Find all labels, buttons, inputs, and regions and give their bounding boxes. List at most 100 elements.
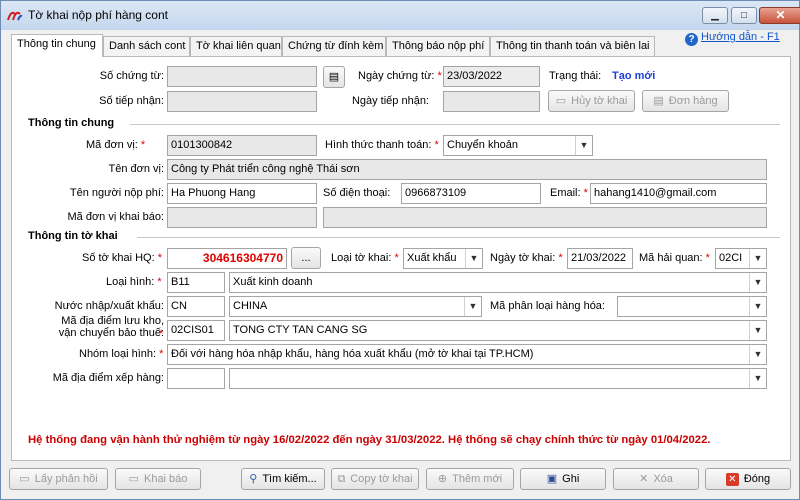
chevron-down-icon: ▼: [749, 249, 766, 268]
lookup-to-khai-button[interactable]: ...: [291, 247, 321, 269]
chevron-down-icon: ▼: [575, 136, 592, 155]
so-to-khai-field[interactable]: 304616304770: [167, 248, 287, 269]
ngay-tiep-nhan-field[interactable]: [443, 91, 540, 112]
ma-dia-diem-luu-kho-select[interactable]: TONG CTY TAN CANG SG ▼: [229, 320, 767, 341]
loai-hinh-select[interactable]: Xuất kinh doanh ▼: [229, 272, 767, 293]
copy-to-khai-button[interactable]: ⧉ Copy tờ khai: [331, 468, 419, 490]
ten-nguoi-nop-field[interactable]: Ha Phuong Hang: [167, 183, 317, 204]
help-link-group: ? Hướng dẫn - F1: [685, 31, 780, 46]
nuoc-select[interactable]: CHINA ▼: [229, 296, 482, 317]
chevron-down-icon: ▼: [749, 345, 766, 364]
maximize-button[interactable]: □: [731, 7, 757, 24]
minimize-button[interactable]: ▁: [702, 7, 728, 24]
so-chung-tu-field[interactable]: [167, 66, 317, 87]
ngay-chung-tu-field[interactable]: 23/03/2022: [443, 66, 540, 87]
so-to-khai-label: Số tờ khai HQ: *: [82, 252, 162, 264]
help-icon: ?: [685, 33, 698, 46]
dong-button[interactable]: ✕ Đóng: [705, 468, 791, 490]
ngay-tiep-nhan-label: Ngày tiếp nhận:: [351, 95, 429, 107]
add-icon: ⊕: [437, 473, 448, 485]
so-tiep-nhan-field[interactable]: [167, 91, 317, 112]
ma-dia-diem-luu-kho-code-field[interactable]: 02CIS01: [167, 320, 225, 341]
nhom-loai-hinh-select[interactable]: Đối với hàng hóa nhập khẩu, hàng hóa xuấ…: [167, 344, 767, 365]
ma-don-vi-khai-bao-label: Mã đơn vị khai báo:: [67, 211, 165, 223]
so-dien-thoai-label: Số điện thoại:: [323, 187, 391, 199]
ma-don-vi-label: Mã đơn vị: *: [86, 139, 146, 151]
save-icon: ▣: [546, 473, 558, 485]
receive-icon: ▭: [19, 473, 30, 485]
title-bar: Tờ khai nộp phí hàng cont ▁ □ ✕: [1, 1, 800, 30]
nuoc-label: Nước nhập/xuất khẩu:: [54, 300, 164, 312]
order-icon: ▤: [653, 95, 664, 107]
ghi-button[interactable]: ▣ Ghi: [520, 468, 606, 490]
ma-don-vi-field[interactable]: 0101300842: [167, 135, 317, 156]
chevron-down-icon: ▼: [749, 321, 766, 340]
bottom-toolbar: ▭ Lấy phản hồi ▭ Khai báo ⚲ Tìm kiếm... ⧉ Co…: [1, 463, 799, 499]
chevron-down-icon: ▼: [465, 249, 482, 268]
maximize-icon: □: [740, 10, 748, 21]
send-icon: ▭: [128, 473, 139, 485]
ma-dia-diem-xep-hang-label: Mã địa điểm xếp hàng:: [52, 372, 164, 384]
tab-to-khai-lien-quan[interactable]: Tờ khai liên quan: [190, 36, 282, 56]
help-link[interactable]: Hướng dẫn - F1: [701, 31, 780, 43]
lay-phan-hoi-button[interactable]: ▭ Lấy phản hồi: [9, 468, 108, 490]
minimize-icon: ▁: [711, 10, 719, 21]
tab-danh-sach-cont[interactable]: Danh sách cont: [103, 36, 190, 56]
don-hang-button[interactable]: ▤ Đơn hàng: [642, 90, 729, 112]
chevron-down-icon: ▼: [464, 297, 481, 316]
ten-don-vi-field[interactable]: Công ty Phát triển công nghệ Thái sơn: [167, 159, 767, 180]
section-divider: [137, 237, 780, 238]
ten-don-vi-khai-bao-field[interactable]: [323, 207, 767, 228]
required-mark: *: [159, 328, 164, 340]
loai-hinh-code-field[interactable]: B11: [167, 272, 225, 293]
ma-hai-quan-select[interactable]: 02CI ▼: [715, 248, 767, 269]
ma-don-vi-khai-bao-field[interactable]: [167, 207, 317, 228]
email-field[interactable]: hahang1410@gmail.com: [590, 183, 767, 204]
xoa-button[interactable]: ✕ Xóa: [613, 468, 699, 490]
tab-thanh-toan-bien-lai[interactable]: Thông tin thanh toán và biên lai: [490, 36, 655, 56]
window-title: Tờ khai nộp phí hàng cont: [28, 8, 168, 22]
khai-bao-button[interactable]: ▭ Khai báo: [115, 468, 201, 490]
nuoc-code-field[interactable]: CN: [167, 296, 225, 317]
so-chung-tu-label: Số chứng từ:: [99, 70, 164, 82]
ten-nguoi-nop-label: Tên người nộp phí:: [69, 187, 164, 199]
huy-to-khai-button[interactable]: ▭ Hủy tờ khai: [548, 90, 635, 112]
email-label: Email: *: [550, 187, 588, 199]
them-moi-button[interactable]: ⊕ Thêm mới: [426, 468, 514, 490]
copy-icon: ⧉: [337, 473, 346, 485]
tim-kiem-button[interactable]: ⚲ Tìm kiếm...: [241, 468, 325, 490]
app-logo-icon: [7, 11, 23, 21]
picker-icon: ▤: [328, 71, 340, 83]
tab-thong-bao-nop-phi[interactable]: Thông báo nộp phí: [386, 36, 490, 56]
tab-chung-tu-dinh-kem[interactable]: Chứng từ đính kèm: [282, 36, 386, 56]
hinh-thuc-label: Hình thức thanh toán: *: [325, 139, 439, 151]
ma-phan-loai-label: Mã phân loại hàng hóa:: [490, 300, 605, 312]
chevron-down-icon: ▼: [749, 273, 766, 292]
ngay-to-khai-label: Ngày tờ khai: *: [490, 252, 563, 264]
search-icon: ⚲: [249, 473, 258, 485]
trang-thai-value: Tạo mới: [612, 70, 656, 82]
loai-to-khai-label: Loại tờ khai: *: [331, 252, 399, 264]
pick-so-chung-tu-button[interactable]: ▤: [323, 66, 345, 88]
ngay-chung-tu-label: Ngày chứng từ: *: [358, 70, 442, 82]
delete-icon: ✕: [639, 473, 649, 485]
cancel-doc-icon: ▭: [555, 95, 567, 107]
so-dien-thoai-field[interactable]: 0966873109: [401, 183, 541, 204]
ma-phan-loai-select[interactable]: ▼: [617, 296, 767, 317]
ngay-to-khai-field[interactable]: 21/03/2022: [567, 248, 633, 269]
ma-dia-diem-xep-hang-code-field[interactable]: [167, 368, 225, 389]
loai-hinh-label: Loại hình: *: [106, 276, 162, 288]
system-notice: Hệ thống đang vận hành thử nghiệm từ ngà…: [28, 434, 711, 446]
loai-to-khai-select[interactable]: Xuất khẩu ▼: [403, 248, 483, 269]
tab-thong-tin-chung[interactable]: Thông tin chung: [11, 34, 103, 57]
close-icon: ✕: [725, 473, 739, 486]
ma-dia-diem-xep-hang-select[interactable]: ▼: [229, 368, 767, 389]
hinh-thuc-select[interactable]: Chuyển khoản ▼: [443, 135, 593, 156]
trang-thai-label: Trạng thái:: [549, 70, 602, 82]
form-panel: Số chứng từ: ▤ Ngày chứng từ: * 23/03/20…: [11, 56, 791, 461]
close-window-button[interactable]: ✕: [759, 7, 800, 24]
section-thong-tin-to-khai: Thông tin tờ khai: [28, 230, 118, 242]
chevron-down-icon: ▼: [749, 297, 766, 316]
ma-hai-quan-label: Mã hải quan: *: [639, 252, 710, 264]
close-icon: ✕: [775, 8, 786, 22]
